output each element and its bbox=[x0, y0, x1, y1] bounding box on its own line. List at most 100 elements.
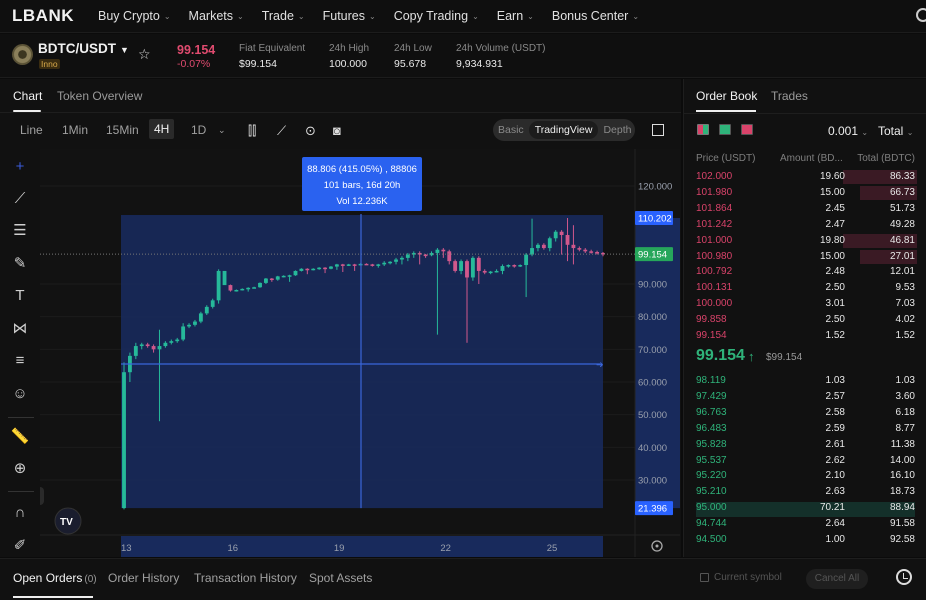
precision-select[interactable]: 0.001 ⌄ bbox=[828, 124, 868, 138]
nav-bonus-center[interactable]: Bonus Center ⌄ bbox=[552, 9, 639, 23]
favorite-star-icon[interactable]: ☆ bbox=[138, 46, 151, 63]
brush-icon[interactable]: ✎ bbox=[10, 254, 30, 274]
order-price: 102.000 bbox=[696, 171, 733, 182]
order-price: 101.864 bbox=[696, 202, 733, 214]
ask-row[interactable]: 101.242 2.47 49.28 bbox=[696, 219, 915, 234]
ask-row[interactable]: 101.000 19.80 46.81 bbox=[696, 233, 917, 250]
tab-order-book[interactable]: Order Book bbox=[696, 89, 757, 103]
nav-futures[interactable]: Futures ⌄ bbox=[323, 9, 376, 23]
nav-label: Copy Trading bbox=[393, 9, 469, 23]
tab-trades[interactable]: Trades bbox=[771, 89, 808, 103]
collapse-toolbar-handle[interactable] bbox=[40, 487, 44, 505]
order-price: 95.000 bbox=[696, 502, 727, 514]
nav-earn[interactable]: Earn ⌄ bbox=[497, 9, 534, 23]
price-chart[interactable]: ➜ 120.000 90.000 80.000 70.000 60.000 50.000 40… bbox=[40, 149, 680, 557]
chart-panel: Chart Token Overview Line 1Min 15Min 4H … bbox=[0, 79, 681, 557]
last-price-marker-label: 99.154 bbox=[638, 250, 667, 261]
tab-order-history[interactable]: Order History bbox=[108, 571, 179, 585]
nav-markets[interactable]: Markets ⌄ bbox=[189, 9, 244, 23]
order-total: 1.52 bbox=[895, 330, 915, 341]
settings-icon[interactable]: ⊙ bbox=[305, 123, 316, 139]
chevron-down-icon: ⌄ bbox=[861, 128, 869, 137]
ask-row[interactable]: 102.000 19.60 86.33 bbox=[696, 170, 917, 186]
current-symbol-checkbox[interactable]: Current symbol bbox=[700, 572, 782, 583]
history-clock-icon[interactable] bbox=[896, 569, 912, 585]
order-total: 16.10 bbox=[889, 470, 915, 482]
bid-row[interactable]: 95.210 2.63 18.73 bbox=[696, 486, 915, 501]
logo[interactable]: LBANK bbox=[12, 6, 98, 26]
ruler-icon[interactable]: 📏 bbox=[10, 427, 30, 447]
candle-type-icon[interactable]: ⫿⫿ bbox=[248, 123, 256, 139]
view-mode-switch: Basic TradingView Depth bbox=[493, 119, 635, 141]
bid-row[interactable]: 96.483 2.59 8.77 bbox=[696, 423, 915, 438]
order-amount: 2.64 bbox=[825, 518, 845, 530]
book-mode-bids-icon[interactable] bbox=[719, 124, 731, 135]
view-depth[interactable]: Depth bbox=[598, 124, 636, 136]
pair-selector[interactable]: BDTC/USDT ▼ bbox=[38, 41, 129, 56]
chevron-down-icon: ⌄ bbox=[237, 11, 244, 21]
candle-body bbox=[181, 326, 186, 340]
text-icon[interactable]: T bbox=[10, 286, 30, 306]
indicators-icon[interactable]: ⟋ bbox=[277, 123, 286, 139]
book-mode-asks-icon[interactable] bbox=[741, 124, 753, 135]
fullscreen-expand-icon[interactable] bbox=[652, 124, 664, 136]
bid-row[interactable]: 95.828 2.61 11.38 bbox=[696, 439, 915, 454]
screenshot-camera-icon[interactable]: ◙ bbox=[333, 123, 341, 138]
view-basic[interactable]: Basic bbox=[493, 124, 529, 136]
bid-row[interactable]: 95.220 2.10 16.10 bbox=[696, 470, 915, 485]
order-amount: 2.59 bbox=[825, 422, 845, 434]
tab-spot-assets[interactable]: Spot Assets bbox=[309, 571, 372, 585]
tab-token-overview[interactable]: Token Overview bbox=[57, 89, 142, 103]
ask-row[interactable]: 101.980 15.00 66.73 bbox=[696, 185, 917, 202]
magnet-icon[interactable]: ∩ bbox=[10, 503, 30, 523]
timeframe-4h[interactable]: 4H bbox=[149, 119, 175, 139]
chevron-down-icon: ⌄ bbox=[369, 11, 376, 21]
fib-icon[interactable]: ☰ bbox=[10, 221, 30, 241]
view-tradingview[interactable]: TradingView bbox=[528, 121, 599, 139]
ask-row[interactable]: 100.980 15.00 27.01 bbox=[696, 249, 917, 266]
timeframe-more-chevron-icon[interactable]: ⌄ bbox=[218, 125, 226, 136]
timeframe-1min[interactable]: 1Min bbox=[62, 123, 88, 137]
candle-body bbox=[169, 341, 174, 343]
candle-body bbox=[400, 257, 404, 260]
timeframe-1d[interactable]: 1D bbox=[191, 123, 206, 137]
trendline-icon[interactable]: ⟋ bbox=[10, 189, 30, 209]
ask-row[interactable]: 99.154 1.52 1.52 bbox=[696, 330, 915, 345]
ask-row[interactable]: 99.858 2.50 4.02 bbox=[696, 314, 915, 329]
tab-open-orders[interactable]: Open Orders (0) bbox=[13, 571, 97, 585]
nav-trade[interactable]: Trade ⌄ bbox=[262, 9, 305, 23]
emoji-icon[interactable]: ☺ bbox=[10, 384, 30, 404]
bid-row[interactable]: 96.763 2.58 6.18 bbox=[696, 407, 915, 422]
bid-row[interactable]: 97.429 2.57 3.60 bbox=[696, 391, 915, 406]
nav-buy-crypto[interactable]: Buy Crypto ⌄ bbox=[98, 9, 171, 23]
measure-tooltip-line: Vol 12.236K bbox=[336, 196, 388, 207]
ask-row[interactable]: 100.131 2.50 9.53 bbox=[696, 282, 915, 297]
crosshair-icon[interactable]: + bbox=[10, 157, 30, 177]
bid-row[interactable]: 94.500 1.00 92.58 bbox=[696, 534, 915, 549]
bid-row[interactable]: 94.744 2.64 91.58 bbox=[696, 518, 915, 533]
tab-chart[interactable]: Chart bbox=[13, 89, 42, 103]
ask-row[interactable]: 100.792 2.48 12.01 bbox=[696, 266, 915, 281]
tab-transaction-history[interactable]: Transaction History bbox=[194, 571, 297, 585]
total-mode-select[interactable]: Total ⌄ bbox=[878, 124, 913, 138]
order-amount: 3.01 bbox=[825, 298, 845, 310]
order-price: 100.131 bbox=[696, 282, 733, 294]
zoom-in-icon[interactable]: ⊕ bbox=[10, 459, 30, 479]
ask-row[interactable]: 101.864 2.45 51.73 bbox=[696, 203, 915, 218]
lock-drawing-icon[interactable]: ✐ bbox=[10, 536, 30, 556]
bid-row[interactable]: 95.537 2.62 14.00 bbox=[696, 455, 915, 470]
bid-row[interactable]: 98.119 1.03 1.03 bbox=[696, 375, 915, 390]
col-amount: Amount (BD... bbox=[780, 153, 843, 164]
order-amount: 2.57 bbox=[825, 390, 845, 402]
timeframe-15min[interactable]: 15Min bbox=[106, 123, 139, 137]
account-icon[interactable] bbox=[916, 8, 926, 22]
stat-label: Fiat Equivalent bbox=[239, 43, 306, 54]
timeframe-line[interactable]: Line bbox=[20, 123, 43, 137]
forecast-icon[interactable]: ≡ bbox=[10, 351, 30, 371]
book-mode-both-icon[interactable] bbox=[697, 124, 709, 135]
bid-row[interactable]: 95.000 70.21 88.94 bbox=[696, 502, 915, 518]
pattern-icon[interactable]: ⋈ bbox=[10, 319, 30, 339]
nav-copy-trading[interactable]: Copy Trading ⌄ bbox=[394, 9, 479, 23]
cancel-all-button[interactable]: Cancel All bbox=[806, 569, 868, 589]
ask-row[interactable]: 100.000 3.01 7.03 bbox=[696, 298, 915, 313]
